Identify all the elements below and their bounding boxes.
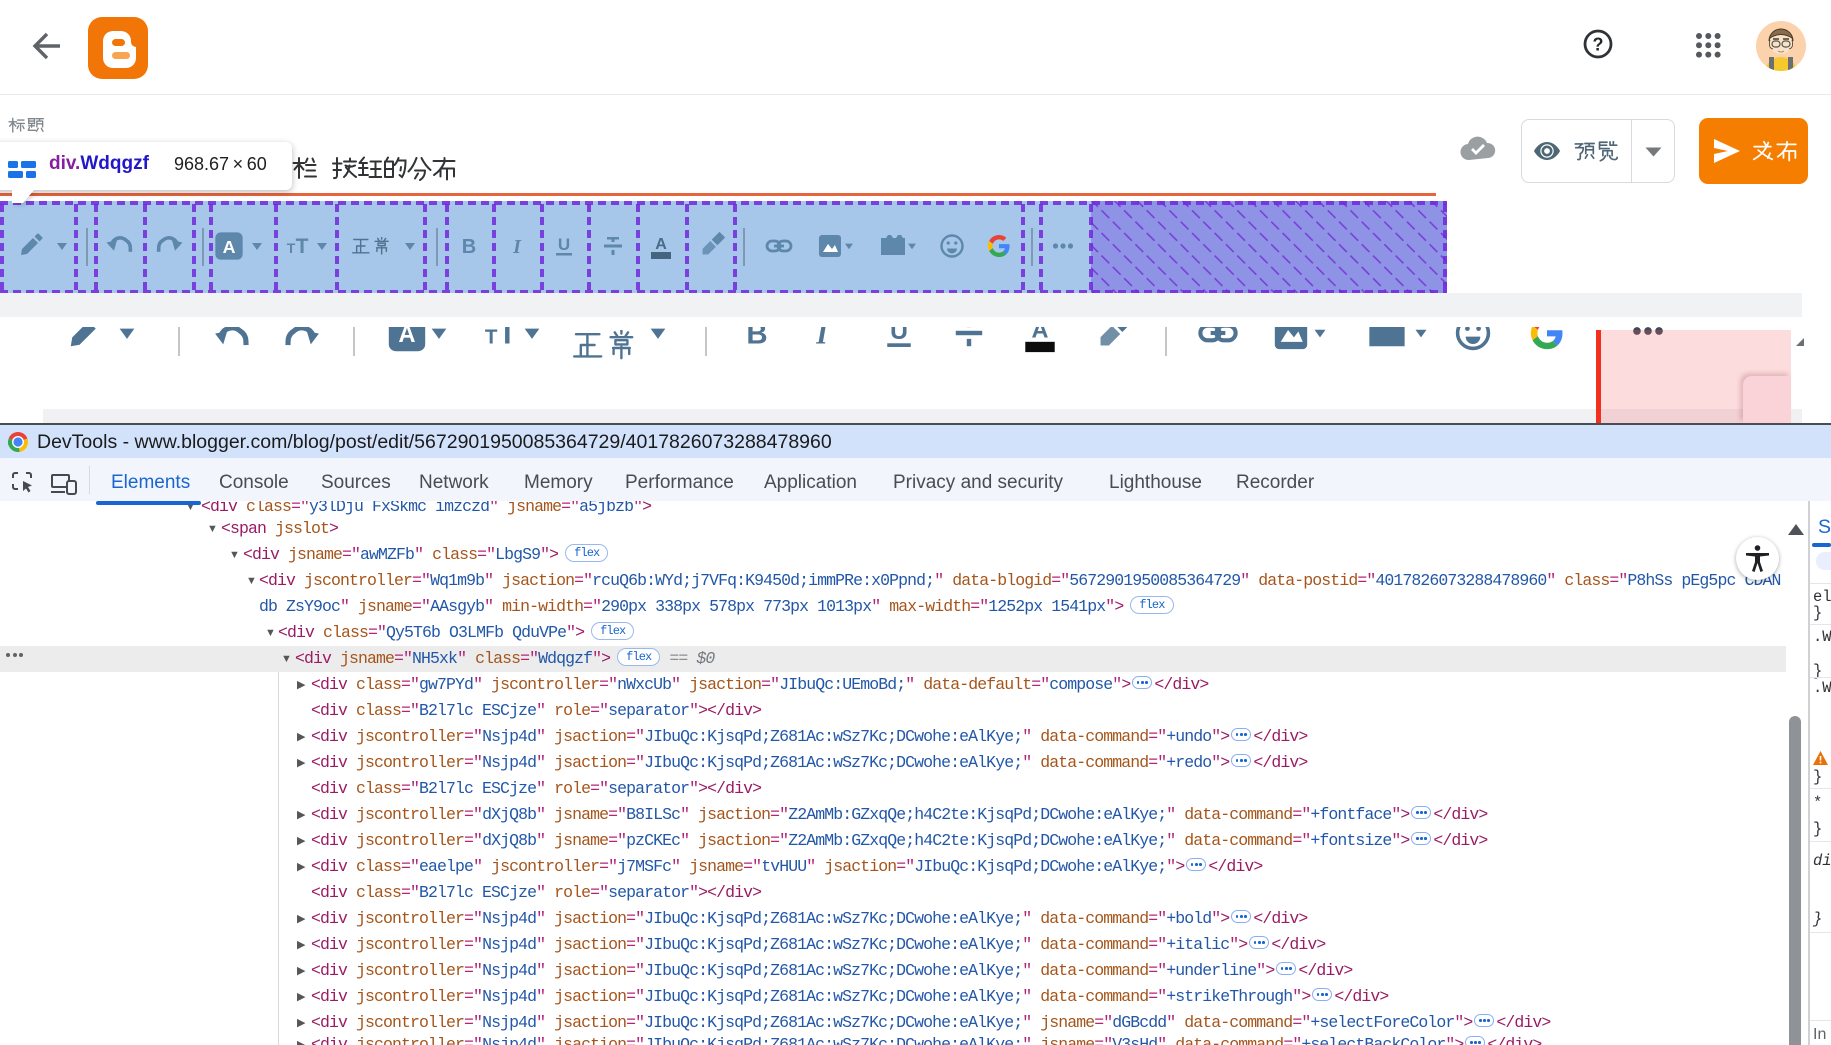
svg-text:?: ? (1593, 35, 1604, 55)
